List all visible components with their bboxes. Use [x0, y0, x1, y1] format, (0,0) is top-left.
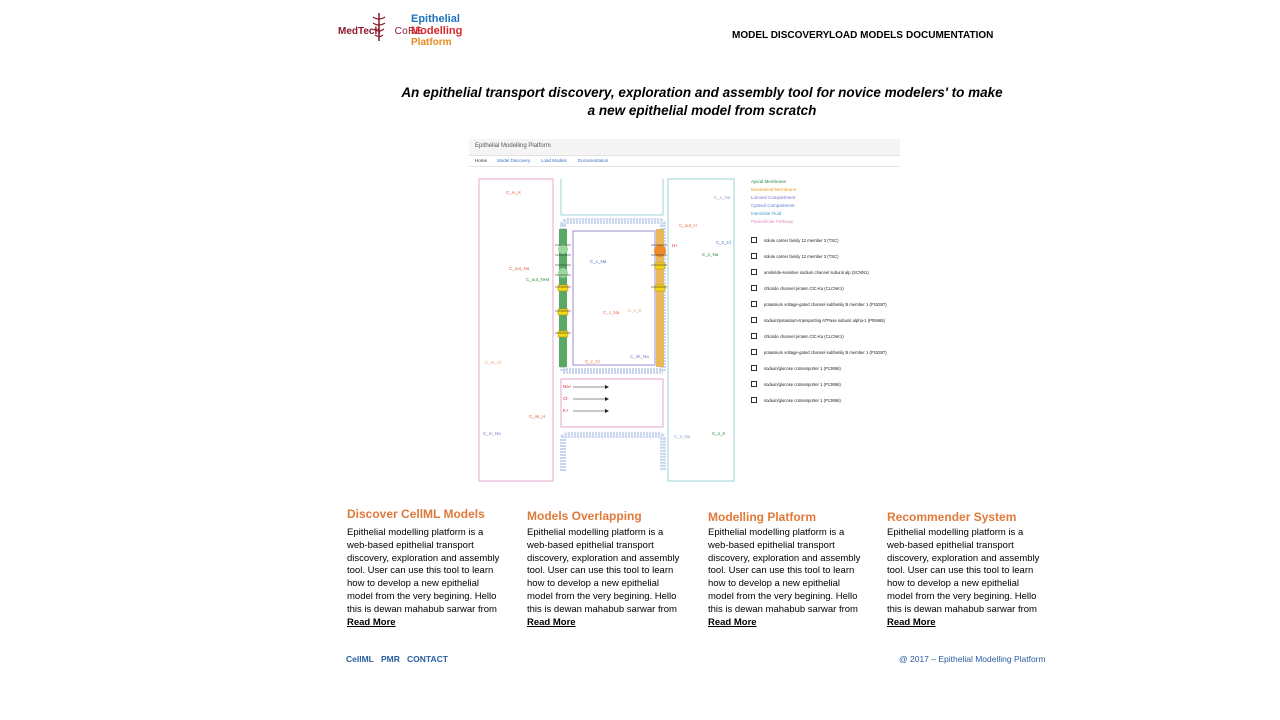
preview-checkbox-label: solute carrier family 12 member 3 (TSC) — [764, 238, 839, 243]
label-c-c-cl: C_c_Cl — [585, 359, 600, 364]
preview-checkbox-label: amiloride-sensitive sodium channel subun… — [764, 270, 869, 275]
preview-checkbox-label: sodium/glucose cotransporter 1 (P13866) — [764, 382, 841, 387]
legend-item: Interstitial Fluid — [751, 211, 782, 216]
footer-link-contact[interactable]: CONTACT — [407, 654, 448, 664]
feature-body-discover: Epithelial modelling platform is a web-b… — [347, 527, 500, 628]
preview-checkbox — [751, 301, 757, 307]
preview-checkbox-label: solute carrier family 12 member 3 (TSC) — [764, 254, 839, 259]
label-c-c-k: C_c_K — [628, 308, 642, 313]
headline-line-1: An epithelial transport discovery, explo… — [401, 85, 1003, 100]
page-headline: An epithelial transport discovery, explo… — [400, 84, 1004, 120]
legend-item: Luminal Compartment — [751, 195, 796, 200]
label-c-c-na-mid: C_c_Na — [590, 259, 607, 264]
preview-tab-model-discovery: Model Discovery — [497, 158, 531, 163]
label-c-out-na: C_out_Na — [509, 266, 530, 271]
logo-line-1: Epithelial — [411, 13, 460, 25]
legend-item: Paracellular Pathway — [751, 219, 794, 224]
footer-link-pmr[interactable]: PMR — [381, 654, 400, 664]
preview-checkbox-label: chloride channel protein ClC-Ka (CLCNK1) — [764, 334, 844, 339]
feature-title-recommender: Recommender System — [887, 510, 1017, 524]
label-c-c-na-low: C_c_Na — [603, 310, 620, 315]
preview-checkbox — [751, 317, 757, 323]
headline-line-2: a new epithelial model from scratch — [587, 103, 817, 118]
label-cl-minus: Cl- — [563, 396, 569, 401]
preview-nav-divider — [469, 166, 900, 167]
preview-checkbox-label: sodium/glucose cotransporter 1 (P13866) — [764, 398, 841, 403]
legend-item: Apical Membrane — [751, 179, 787, 184]
legend-item: Cytosol Compartment — [751, 203, 795, 208]
label-c-s-k: C_s_K — [712, 431, 726, 436]
preview-titlebar: Epithelial Modelling Platform — [469, 139, 900, 156]
feature-body-recommender: Epithelial modelling platform is a web-b… — [887, 527, 1040, 628]
platform-preview-image: Epithelial Modelling Platform Home Model… — [469, 139, 900, 487]
feature-body-overlapping: Epithelial modelling platform is a web-b… — [527, 527, 680, 628]
label-c-int-na: C_int_Na — [630, 354, 649, 359]
label-c-s-na-bottom: C_s_Na — [674, 434, 691, 439]
nav-documentation[interactable]: DOCUMENTATION — [906, 30, 993, 41]
feature-title-overlapping: Models Overlapping — [527, 509, 642, 523]
logo[interactable]: MedTech CoRE Epithelial Modelling Platfor… — [338, 12, 468, 52]
label-k-plus: K+ — [563, 408, 569, 413]
logo-medtech: MedTech CoRE — [338, 26, 423, 37]
preview-checkbox-label: potassium voltage-gated channel subfamil… — [764, 302, 887, 307]
nav-load-models[interactable]: LOAD MODELS — [829, 30, 903, 41]
label-c-s-na: C_s_Na — [702, 252, 719, 257]
label-na-plus: Na+ — [563, 384, 572, 389]
feature-body-modelling-platform: Epithelial modelling platform is a web-b… — [708, 527, 861, 628]
label-h-plus: H+ — [672, 243, 678, 248]
preview-checkbox — [751, 253, 757, 259]
logo-line-2: Modelling — [411, 25, 463, 37]
read-more-link[interactable]: Read More — [527, 617, 576, 628]
preview-checkbox — [751, 285, 757, 291]
read-more-link[interactable]: Read More — [887, 617, 936, 628]
preview-checkbox — [751, 349, 757, 355]
label-c-out-nh4: C_out_NH4 — [526, 277, 550, 282]
preview-checkbox — [751, 365, 757, 371]
preview-checkbox — [751, 237, 757, 243]
preview-checkbox-label: potassium voltage-gated channel subfamil… — [764, 350, 887, 355]
preview-tab-documentation: Documentation — [578, 158, 609, 163]
feature-title-discover: Discover CellML Models — [347, 507, 485, 521]
preview-checkbox-label: chloride channel protein ClC-Ka (CLCNK1) — [764, 286, 844, 291]
preview-tab-load-models: Load Models — [541, 158, 567, 163]
label-c-m-na: C_m_Na — [483, 431, 501, 436]
nav-model-discovery[interactable]: MODEL DISCOVERY — [732, 30, 829, 41]
preview-checkbox — [751, 269, 757, 275]
label-c-m-k: C_m_K — [506, 190, 522, 195]
feature-title-modelling-platform: Modelling Platform — [708, 510, 816, 524]
read-more-link[interactable]: Read More — [347, 617, 396, 628]
preview-checkbox — [751, 381, 757, 387]
footer-copyright: @ 2017 – Epithelial Modelling Platform — [899, 654, 1046, 664]
label-c-c-na-top: C_c_Na — [714, 195, 731, 200]
label-c-out-h: C_out_H — [679, 223, 697, 228]
preview-checkbox-label: sodium/glucose cotransporter 1 (P13866) — [764, 366, 841, 371]
footer-link-cellml[interactable]: CellML — [346, 654, 374, 664]
label-c-m-cl: C_m_Cl — [485, 360, 502, 365]
preview-tab-home: Home — [475, 158, 488, 163]
label-c-int-h: C_int_H — [529, 414, 546, 419]
label-c-s-cl: C_s_Cl — [716, 240, 731, 245]
logo-line-3: Platform — [411, 37, 452, 48]
preview-checkbox-label: sodium/potassium-transporting ATPase sub… — [764, 318, 885, 323]
preview-checkbox — [751, 333, 757, 339]
preview-title: Epithelial Modelling Platform — [475, 143, 551, 149]
legend-item: Basolateral Membrane — [751, 187, 797, 192]
read-more-link[interactable]: Read More — [708, 617, 757, 628]
preview-checkbox — [751, 397, 757, 403]
